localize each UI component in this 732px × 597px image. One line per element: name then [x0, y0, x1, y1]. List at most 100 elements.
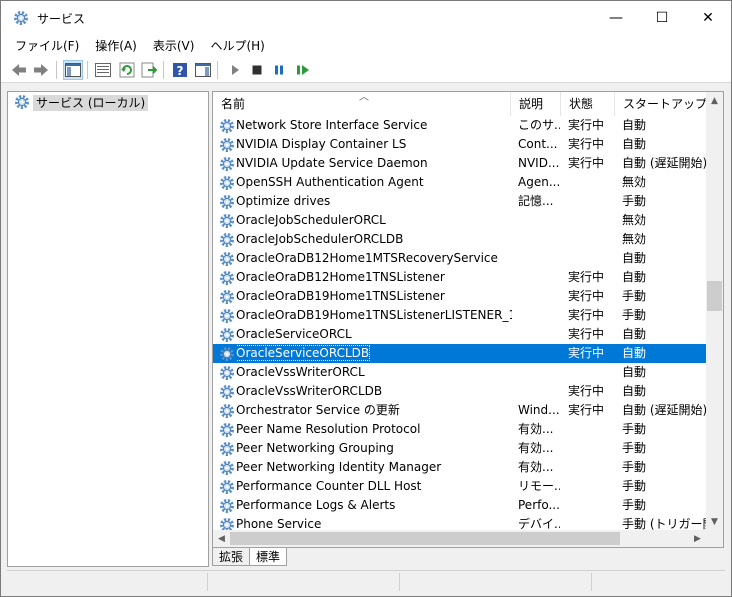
service-status: 実行中	[568, 384, 605, 398]
service-startup-type: 手動	[622, 460, 647, 474]
table-row[interactable]: OracleJobSchedulerORCL 無効	[213, 211, 706, 230]
pause-service-icon[interactable]	[269, 60, 289, 80]
service-gear-icon	[219, 213, 235, 229]
service-startup-type: 手動	[622, 422, 647, 436]
service-description	[518, 268, 560, 287]
restart-service-icon[interactable]	[293, 60, 313, 80]
vertical-scroll-thumb[interactable]	[707, 281, 722, 311]
export-list-icon[interactable]	[139, 60, 159, 80]
service-status: 実行中	[568, 289, 605, 303]
service-name: Peer Networking Identity Manager	[236, 460, 442, 474]
service-gear-icon	[219, 137, 235, 153]
table-row[interactable]: NVIDIA Display Container LS Cont... 実行中 自動	[213, 135, 706, 154]
table-row[interactable]: Peer Networking Identity Manager 有効... 手動	[213, 458, 706, 477]
table-row[interactable]: Network Store Interface Service このサ... 実行中…	[213, 116, 706, 135]
horizontal-scrollbar[interactable]: ◀ ▶	[213, 530, 706, 547]
help-icon[interactable]: ?	[170, 60, 190, 80]
services-table-body: Network Store Interface Service このサ... 実行中…	[213, 116, 706, 534]
back-arrow-icon[interactable]	[9, 60, 29, 80]
vertical-scrollbar[interactable]: ▲ ▼	[706, 92, 723, 530]
maximize-button[interactable]: ☐	[639, 1, 685, 35]
menu-action[interactable]: 操作(A)	[87, 35, 145, 57]
menu-file[interactable]: ファイル(F)	[7, 35, 87, 57]
table-row[interactable]: Optimize drives 記憶... 手動	[213, 192, 706, 211]
show-hide-tree-icon[interactable]	[63, 60, 83, 80]
minimize-button[interactable]: —	[593, 1, 639, 35]
service-gear-icon	[219, 422, 235, 438]
table-row[interactable]: OracleVssWriterORCLDB 実行中 自動	[213, 382, 706, 401]
service-description	[518, 230, 560, 249]
table-row[interactable]: OpenSSH Authentication Agent Agen... 無効	[213, 173, 706, 192]
service-gear-icon	[219, 460, 235, 476]
view-tabs: 拡張 標準	[212, 548, 288, 568]
service-startup-type: 無効	[622, 175, 647, 189]
status-bar-divider	[207, 573, 208, 591]
service-status: 実行中	[568, 118, 605, 132]
service-startup-type: 自動	[622, 270, 647, 284]
status-bar	[7, 570, 725, 592]
services-gear-icon	[13, 10, 29, 26]
column-header-description[interactable]: 説明	[511, 92, 561, 116]
service-startup-type: 自動	[622, 365, 647, 379]
table-row[interactable]: OracleJobSchedulerORCLDB 無効	[213, 230, 706, 249]
service-description: Wind...	[518, 403, 560, 417]
title-bar[interactable]: サービス — ☐ ✕	[1, 1, 731, 35]
table-row[interactable]: OracleServiceORCL 実行中 自動	[213, 325, 706, 344]
service-description	[518, 363, 560, 382]
service-status: 実行中	[568, 403, 605, 417]
service-description: このサ...	[518, 118, 560, 132]
column-header-status[interactable]: 状態	[561, 92, 615, 116]
table-row[interactable]: OracleOraDB12Home1TNSListener 実行中 自動	[213, 268, 706, 287]
stop-service-icon[interactable]	[247, 60, 267, 80]
table-row[interactable]: OracleOraDB19Home1TNSListener 実行中 手動	[213, 287, 706, 306]
service-name: Peer Networking Grouping	[236, 441, 394, 455]
tab-extended[interactable]: 拡張	[212, 548, 251, 566]
tab-standard[interactable]: 標準	[249, 548, 288, 566]
service-status	[568, 496, 618, 515]
service-description: 有効...	[518, 422, 554, 436]
service-gear-icon	[219, 308, 235, 324]
service-gear-icon	[219, 175, 235, 191]
scroll-down-arrow-icon[interactable]: ▼	[706, 513, 723, 530]
table-row[interactable]: Peer Networking Grouping 有効... 手動	[213, 439, 706, 458]
table-row[interactable]: Performance Counter DLL Host リモー... 手動	[213, 477, 706, 496]
table-row[interactable]: Orchestrator Service の更新 Wind... 実行中 自動 (遅延…	[213, 401, 706, 420]
scroll-up-arrow-icon[interactable]: ▲	[706, 92, 723, 109]
column-header-name[interactable]: 名前	[213, 92, 511, 116]
service-status	[568, 230, 618, 249]
table-row[interactable]: OracleVssWriterORCL 自動	[213, 363, 706, 382]
scroll-left-arrow-icon[interactable]: ◀	[213, 530, 230, 547]
service-status: 実行中	[568, 308, 605, 322]
service-name: OracleServiceORCLDB	[236, 345, 371, 361]
start-service-icon[interactable]	[225, 60, 245, 80]
table-row[interactable]: Performance Logs & Alerts Perfo... 手動	[213, 496, 706, 515]
horizontal-scroll-thumb[interactable]	[230, 532, 620, 545]
table-row[interactable]: OracleServiceORCLDB 実行中 自動	[213, 344, 706, 363]
menu-bar: ファイル(F) 操作(A) 表示(V) ヘルプ(H)	[1, 35, 731, 57]
properties-icon[interactable]	[93, 60, 113, 80]
table-row[interactable]: NVIDIA Update Service Daemon NVID... 実行中 自動…	[213, 154, 706, 173]
service-name: OracleJobSchedulerORCL	[236, 213, 386, 227]
scroll-right-arrow-icon[interactable]: ▶	[689, 530, 706, 547]
service-gear-icon	[219, 289, 235, 305]
menu-view[interactable]: 表示(V)	[145, 35, 203, 57]
table-row[interactable]: Peer Name Resolution Protocol 有効... 手動	[213, 420, 706, 439]
forward-arrow-icon[interactable]	[31, 60, 51, 80]
service-description: Perfo...	[518, 498, 560, 512]
service-startup-type: 自動 (遅延開始)	[622, 403, 706, 417]
service-name: Orchestrator Service の更新	[236, 403, 400, 417]
refresh-icon[interactable]	[117, 60, 137, 80]
table-row[interactable]: OracleOraDB19Home1TNSListenerLISTENER_19…	[213, 306, 706, 325]
service-name: Performance Counter DLL Host	[236, 479, 422, 493]
column-header-startup-type[interactable]: スタートアップの種	[615, 92, 706, 116]
close-button[interactable]: ✕	[685, 1, 731, 35]
menu-help[interactable]: ヘルプ(H)	[202, 35, 272, 57]
show-hide-action-pane-icon[interactable]	[193, 60, 213, 80]
service-gear-icon	[219, 327, 235, 343]
tree-item-services-local[interactable]: サービス (ローカル)	[14, 94, 149, 112]
service-gear-icon	[219, 365, 235, 381]
service-gear-icon	[219, 403, 235, 419]
toolbar: ?	[1, 57, 731, 83]
table-row[interactable]: OracleOraDB12Home1MTSRecoveryService 自動	[213, 249, 706, 268]
status-bar-divider	[591, 573, 592, 591]
